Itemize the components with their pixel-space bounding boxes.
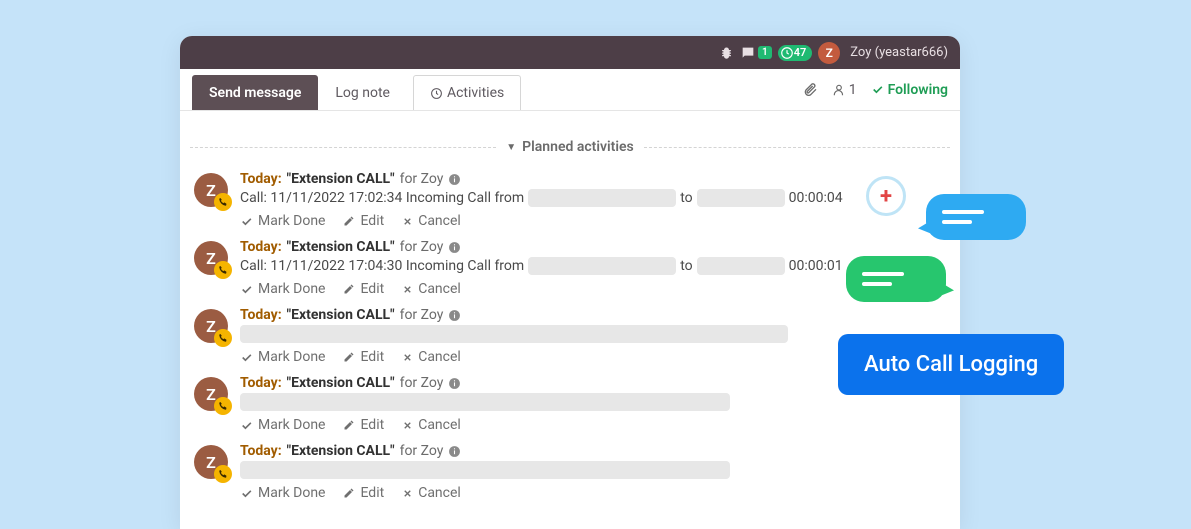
activity-item: Z Today: "Extension CALL" for Zoy Mark Done E…	[180, 435, 960, 503]
cancel-button[interactable]: Cancel	[402, 417, 461, 433]
activity-avatar: Z	[194, 309, 228, 343]
info-icon[interactable]	[448, 309, 461, 322]
mark-done-button[interactable]: Mark Done	[240, 281, 325, 297]
cancel-button[interactable]: Cancel	[402, 349, 461, 365]
edit-button[interactable]: Edit	[343, 485, 384, 501]
auto-call-logging-callout: Auto Call Logging	[838, 334, 1064, 395]
user-avatar-small[interactable]: Z	[818, 42, 840, 64]
redacted	[697, 257, 785, 275]
mark-done-button[interactable]: Mark Done	[240, 349, 325, 365]
activity-avatar: Z	[194, 241, 228, 275]
activity-title: "Extension CALL"	[287, 307, 395, 323]
activity-item: Z Today: "Extension CALL" for Zoy Call: 11/1…	[180, 231, 960, 299]
info-icon[interactable]	[448, 445, 461, 458]
for-label: for Zoy	[400, 171, 444, 187]
user-display-name[interactable]: Zoy (yeastar666)	[850, 45, 948, 60]
duration: 00:00:01	[789, 258, 843, 274]
phone-icon	[214, 329, 232, 347]
green-bubble-icon	[846, 256, 946, 302]
info-icon[interactable]	[448, 241, 461, 254]
send-message-tab[interactable]: Send message	[192, 75, 318, 110]
edit-button[interactable]: Edit	[343, 281, 384, 297]
cancel-button[interactable]: Cancel	[402, 213, 461, 229]
plus-icon: +	[866, 176, 906, 216]
date-label: Today:	[240, 375, 282, 391]
chat-icon[interactable]: 1	[740, 45, 772, 61]
activity-avatar: Z	[194, 173, 228, 207]
following-button[interactable]: Following	[871, 82, 948, 98]
for-label: for Zoy	[400, 443, 444, 459]
tabbar: Send message Log note Activities 1 Follo…	[180, 69, 960, 111]
duration: 00:00:04	[789, 190, 843, 206]
date-label: Today:	[240, 239, 282, 255]
date-label: Today:	[240, 307, 282, 323]
cancel-button[interactable]: Cancel	[402, 485, 461, 501]
followers[interactable]: 1	[832, 82, 857, 98]
phone-icon	[214, 465, 232, 483]
for-label: for Zoy	[400, 239, 444, 255]
mark-done-button[interactable]: Mark Done	[240, 485, 325, 501]
bug-icon[interactable]	[719, 45, 734, 60]
redacted	[240, 461, 730, 479]
info-icon[interactable]	[448, 377, 461, 390]
clock-badge[interactable]: 47	[778, 45, 813, 61]
chat-badge: 1	[758, 46, 772, 59]
edit-button[interactable]: Edit	[343, 349, 384, 365]
attachment-icon[interactable]	[802, 82, 818, 98]
planned-activities-header[interactable]: ▼ Planned activities	[180, 111, 960, 163]
decorative-chat-bubbles: +	[846, 176, 1026, 316]
activity-item: Z Today: "Extension CALL" for Zoy Call: 11/1…	[180, 163, 960, 231]
activities-tab[interactable]: Activities	[413, 75, 521, 110]
edit-button[interactable]: Edit	[343, 417, 384, 433]
for-label: for Zoy	[400, 307, 444, 323]
activity-avatar: Z	[194, 445, 228, 479]
log-note-tab[interactable]: Log note	[318, 75, 407, 110]
cancel-button[interactable]: Cancel	[402, 281, 461, 297]
redacted	[697, 189, 785, 207]
activity-title: "Extension CALL"	[287, 375, 395, 391]
phone-icon	[214, 193, 232, 211]
redacted	[240, 393, 730, 411]
redacted	[528, 257, 676, 275]
for-label: for Zoy	[400, 375, 444, 391]
right-meta: 1 Following	[802, 69, 948, 110]
phone-icon	[214, 261, 232, 279]
activity-avatar: Z	[194, 377, 228, 411]
info-icon[interactable]	[448, 173, 461, 186]
app-window: 1 47 Z Zoy (yeastar666) Send message Log…	[180, 36, 960, 529]
date-label: Today:	[240, 171, 282, 187]
date-label: Today:	[240, 443, 282, 459]
call-detail: Call: 11/11/2022 17:04:30 Incoming Call …	[240, 258, 524, 274]
activity-title: "Extension CALL"	[287, 171, 395, 187]
activity-title: "Extension CALL"	[287, 239, 395, 255]
phone-icon	[214, 397, 232, 415]
mark-done-button[interactable]: Mark Done	[240, 213, 325, 229]
blue-bubble-icon	[926, 194, 1026, 240]
call-detail: Call: 11/11/2022 17:02:34 Incoming Call …	[240, 190, 524, 206]
redacted	[528, 189, 676, 207]
activity-title: "Extension CALL"	[287, 443, 395, 459]
edit-button[interactable]: Edit	[343, 213, 384, 229]
activities-list: Z Today: "Extension CALL" for Zoy Call: 11/1…	[180, 163, 960, 503]
redacted	[240, 325, 788, 343]
caret-down-icon: ▼	[506, 142, 516, 153]
mark-done-button[interactable]: Mark Done	[240, 417, 325, 433]
topbar: 1 47 Z Zoy (yeastar666)	[180, 36, 960, 69]
